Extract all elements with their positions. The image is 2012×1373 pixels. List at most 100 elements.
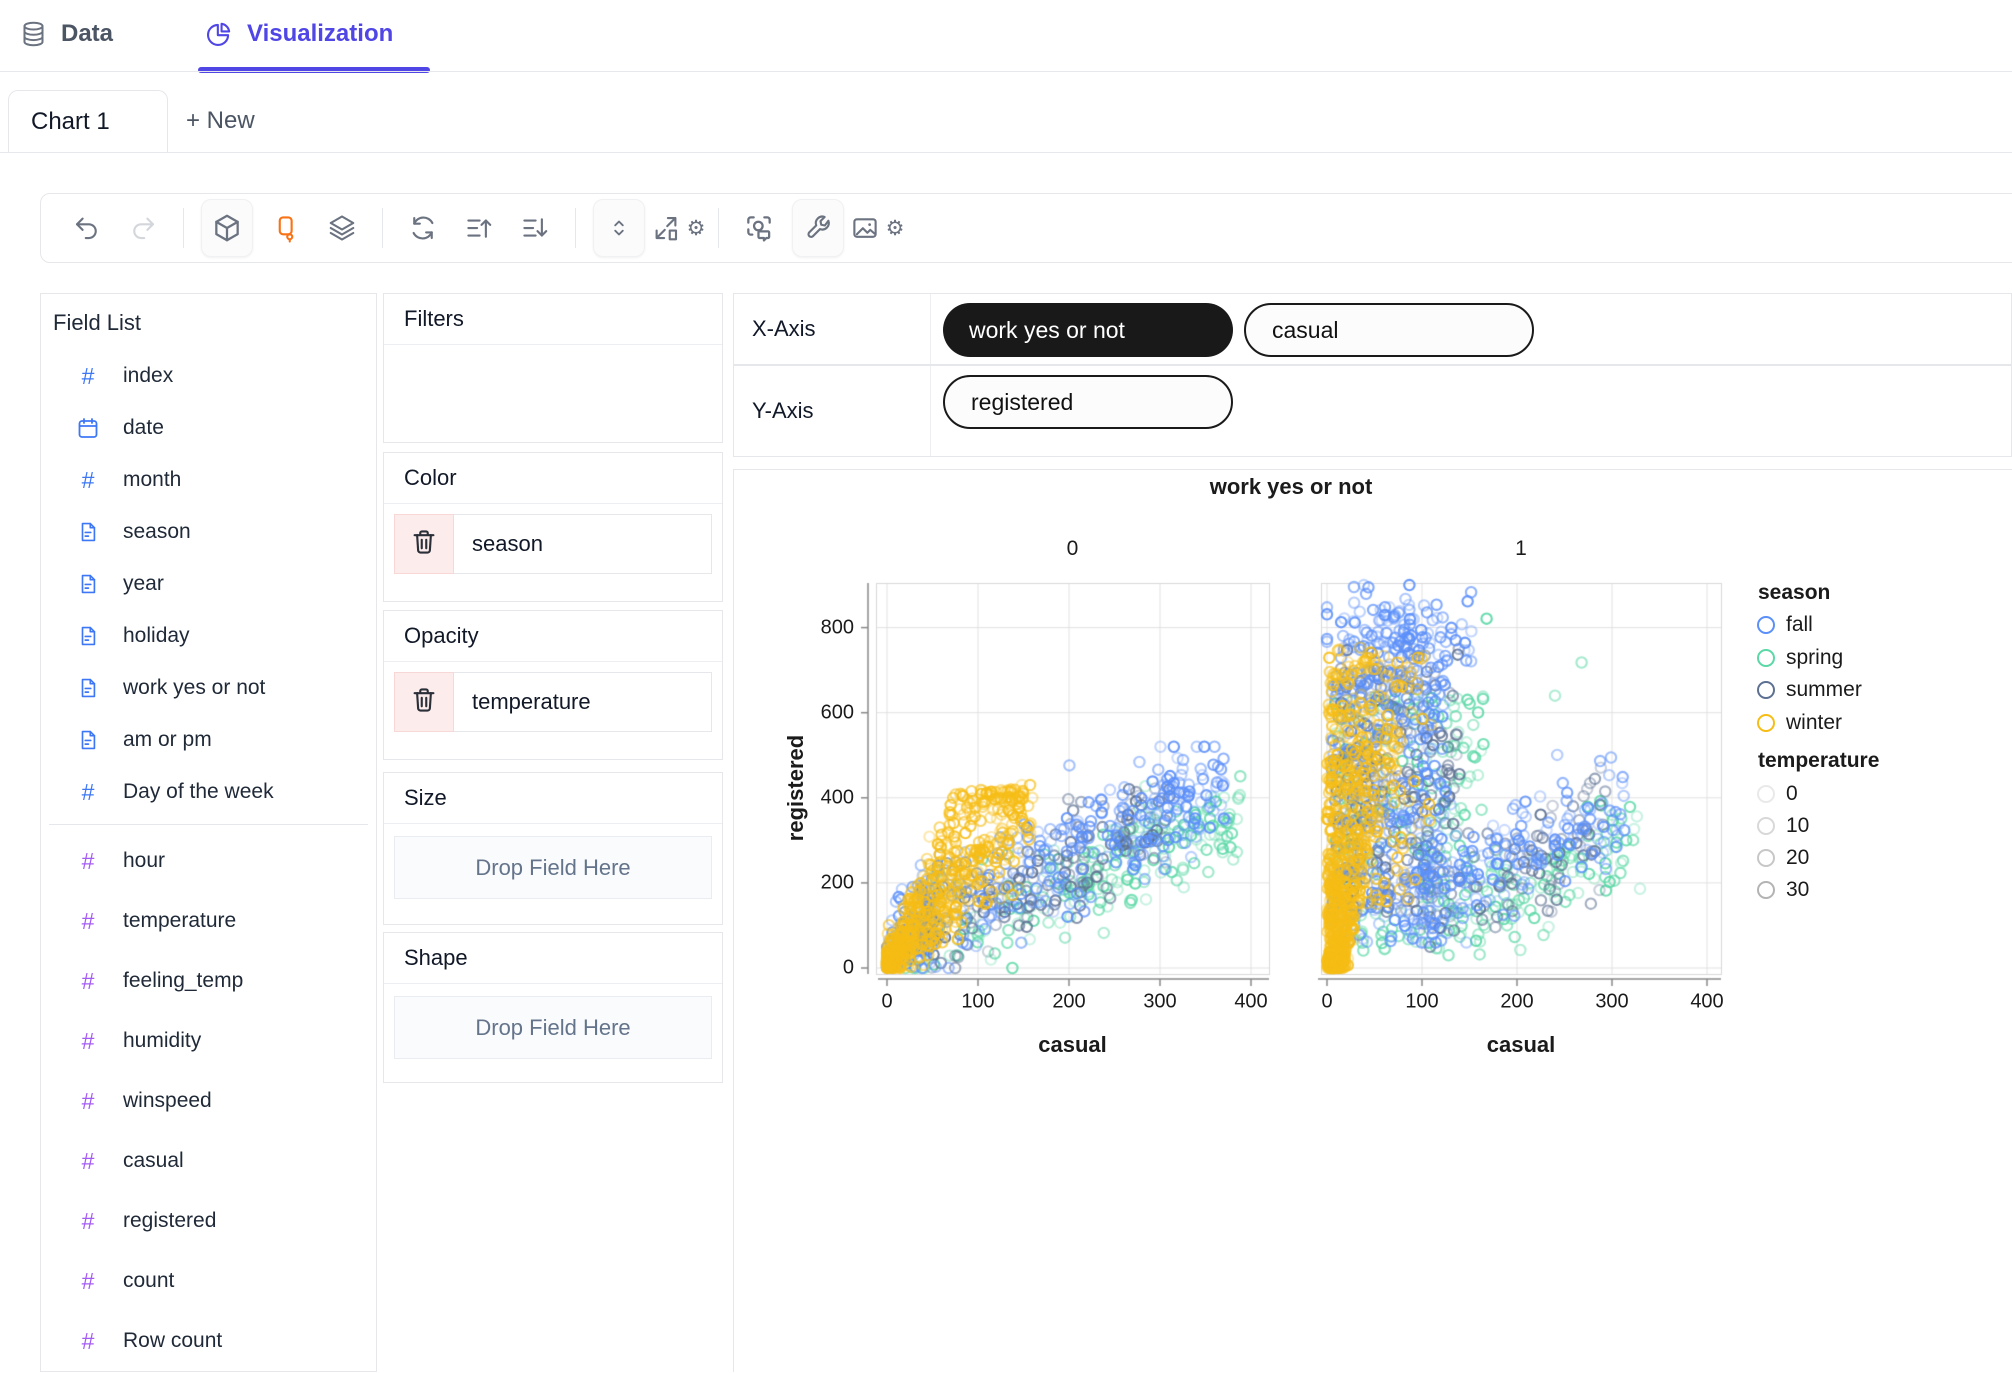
legend-label-temp-20: 20 [1786,846,1810,869]
y-axis-row: Y-Axis registered [733,365,2012,457]
chart-tab[interactable]: Chart 1 [8,90,168,152]
number-field-icon: # [81,466,95,493]
field-item-holiday[interactable]: holiday [41,610,376,662]
legend-label-spring: spring [1786,645,1844,669]
config-wrench-button[interactable] [792,199,844,257]
number-field-icon: # [81,778,95,805]
tab-visualization[interactable]: Visualization [205,12,393,56]
field-item-date[interactable]: date [41,402,376,454]
field-item-label: Day of the week [123,780,274,803]
opacity-panel[interactable]: Opacity temperature [383,610,723,760]
x-tick-label: 0 [881,990,893,1013]
explain-data-icon [743,212,775,244]
x-tick-label: 200 [1052,990,1086,1013]
field-item-day-of-the-week[interactable]: # Day of the week [41,766,376,818]
color-field-pill[interactable]: season [394,514,712,574]
number-field-icon: # [81,362,95,389]
x-axis-title: casual [1486,1032,1556,1057]
x-tick-label: 300 [1143,990,1177,1013]
facet-label: 1 [1515,537,1527,560]
field-item-label: registered [123,1209,217,1232]
field-item-am-or-pm[interactable]: am or pm [41,714,376,766]
filters-header: Filters [384,294,722,345]
field-item-season[interactable]: season [41,506,376,558]
sort-descending-button[interactable] [512,205,558,251]
field-item-temperature[interactable]: # temperature [41,891,376,951]
sort-descending-icon [520,213,550,243]
axis-pill-registered[interactable]: registered [943,375,1233,429]
painter-icon [271,213,301,243]
painter-button[interactable] [263,205,309,251]
nav-divider [0,71,2012,72]
field-item-row-count[interactable]: # Row count [41,1311,376,1371]
tabs-divider [0,152,2012,153]
redo-button[interactable] [120,205,166,251]
field-list-panel: Field List # index date # month season year hol… [40,293,377,1372]
field-list-title: Field List [53,310,142,335]
aggregation-cube-button[interactable] [201,199,253,257]
scale-settings-button[interactable]: ⚙ [655,205,705,251]
axis-pill-casual[interactable]: casual [1244,303,1534,357]
number-field-icon: # [81,1327,95,1354]
stack-layers-icon [327,213,357,243]
field-item-feeling-temp[interactable]: # feeling_temp [41,951,376,1011]
x-axis-title: casual [1038,1032,1107,1057]
y-axis-title: registered [783,734,808,842]
stack-layers-button[interactable] [319,205,365,251]
number-field-icon: # [81,847,95,874]
field-item-casual[interactable]: # casual [41,1131,376,1191]
field-item-label: season [123,520,191,543]
transpose-button[interactable] [400,205,446,251]
scatter-plot-canvas[interactable] [734,470,2012,1373]
legend-title-temperature: temperature [1758,749,1880,772]
opacity-header: Opacity [384,611,722,662]
number-field-icon: # [81,907,95,934]
field-item-count[interactable]: # count [41,1251,376,1311]
size-header: Size [384,773,722,824]
color-panel[interactable]: Color season [383,452,723,602]
sort-ascending-button[interactable] [456,205,502,251]
new-chart-button[interactable]: + New [186,90,255,152]
explain-data-button[interactable] [736,205,782,251]
x-axis-drop-area[interactable]: work yes or not casual [931,294,1534,364]
tab-data-label: Data [61,20,114,47]
x-axis-label: X-Axis [734,294,931,364]
remove-opacity-field-button[interactable] [394,672,454,732]
field-item-year[interactable]: year [41,558,376,610]
legend-label-temp-30: 30 [1786,878,1810,901]
field-item-label: winspeed [123,1089,212,1112]
number-field-icon: # [81,967,95,994]
field-item-work-yes-or-not[interactable]: work yes or not [41,662,376,714]
field-item-label: work yes or not [123,676,266,699]
opacity-field-pill[interactable]: temperature [394,672,712,732]
tab-data[interactable]: Data [20,12,113,56]
number-field-icon: # [81,1267,95,1294]
number-field-icon: # [81,1207,95,1234]
field-item-hour[interactable]: # hour [41,831,376,891]
field-item-label: Row count [123,1329,223,1352]
field-item-humidity[interactable]: # humidity [41,1011,376,1071]
color-field-name[interactable]: season [454,514,712,574]
field-item-label: humidity [123,1029,202,1052]
export-image-button[interactable]: ⚙ [852,205,904,251]
y-tick-label: 600 [820,701,854,724]
size-panel[interactable]: Size Drop Field Here [383,772,723,925]
field-item-winspeed[interactable]: # winspeed [41,1071,376,1131]
remove-color-field-button[interactable] [394,514,454,574]
shape-panel[interactable]: Shape Drop Field Here [383,932,723,1083]
sort-ascending-icon [464,213,494,243]
size-drop-zone[interactable]: Drop Field Here [394,836,712,899]
field-item-index[interactable]: # index [41,350,376,402]
legend-ring-icon [1757,785,1775,803]
shape-drop-zone[interactable]: Drop Field Here [394,996,712,1059]
opacity-field-name[interactable]: temperature [454,672,712,732]
y-axis-drop-area[interactable]: registered [931,366,1233,456]
undo-button[interactable] [64,205,110,251]
axis-pill-work-yes-or-not[interactable]: work yes or not [943,303,1233,357]
field-item-registered[interactable]: # registered [41,1191,376,1251]
field-item-label: month [123,468,182,491]
config-wrench-icon [803,213,833,243]
filters-panel[interactable]: Filters [383,293,723,443]
field-item-month[interactable]: # month [41,454,376,506]
axes-resize-button[interactable] [593,199,645,257]
